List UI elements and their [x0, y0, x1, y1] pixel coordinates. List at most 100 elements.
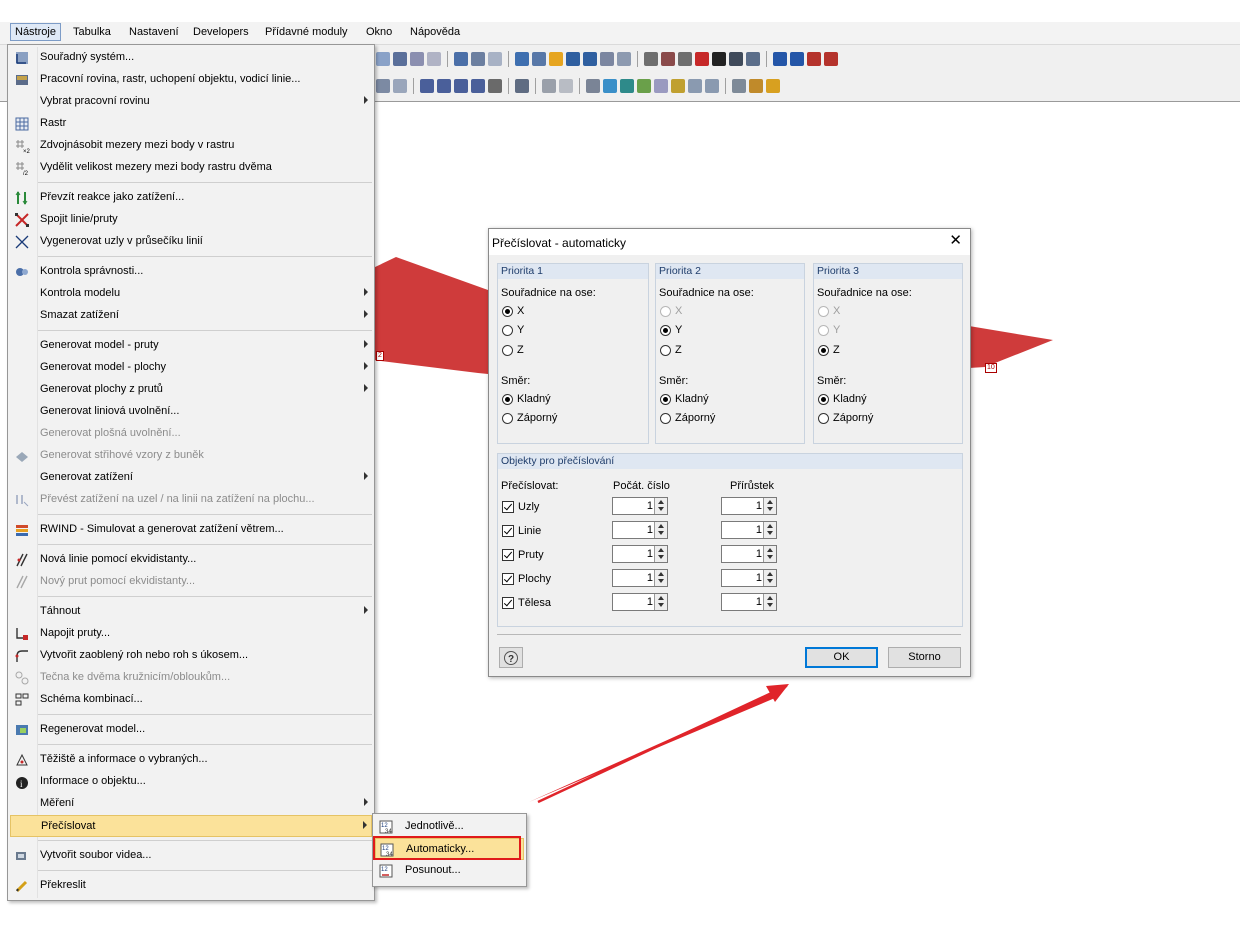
nodes-increment-spinner[interactable]: 1 — [721, 497, 777, 515]
p2-axis-z-radio[interactable] — [660, 345, 671, 356]
load-icon[interactable] — [637, 79, 651, 93]
axis-xyz-icon[interactable] — [471, 79, 485, 93]
p2-dir-negative-radio[interactable] — [660, 413, 671, 424]
menu-item-rwind[interactable]: RWIND - Simulovat a generovat zatížení v… — [10, 519, 372, 541]
result-table-icon[interactable] — [705, 79, 719, 93]
members-increment-spinner[interactable]: 1 — [721, 545, 777, 563]
box-2-icon[interactable] — [393, 79, 407, 93]
p3-axis-z-radio[interactable] — [818, 345, 829, 356]
menu-napoveda[interactable]: Nápověda — [410, 26, 460, 38]
close-icon[interactable]: ✕ — [949, 233, 962, 249]
help-button[interactable]: ? — [499, 647, 523, 668]
p2-axis-x-radio[interactable] — [660, 306, 671, 317]
lines-increment-spinner[interactable]: 1 — [721, 521, 777, 539]
menu-item-intersection-nodes[interactable]: Vygenerovat uzly v průsečíku linií — [10, 231, 372, 253]
menu-item-coordinate-system[interactable]: Souřadný systém... — [10, 47, 372, 69]
menu-item-combination-scheme[interactable]: Schéma kombinací... — [10, 689, 372, 711]
box-icon[interactable] — [376, 79, 390, 93]
snap-mid-icon[interactable] — [600, 52, 614, 66]
menu-item-centroid-info[interactable]: Těžiště a informace o vybraných... — [10, 749, 372, 771]
active-snap-icon[interactable] — [549, 52, 563, 66]
menu-item-model-check[interactable]: Kontrola modelu — [10, 283, 372, 305]
menu-item-work-plane[interactable]: Pracovní rovina, rastr, uchopení objektu… — [10, 69, 372, 91]
coordinate-system-icon[interactable] — [617, 52, 631, 66]
snap-line-icon[interactable] — [583, 52, 597, 66]
rotate-y-icon[interactable] — [437, 79, 451, 93]
snap-icon[interactable] — [532, 52, 546, 66]
grid-icon[interactable] — [515, 52, 529, 66]
menu-item-delete-loads[interactable]: Smazat zatížení — [10, 305, 372, 327]
print-icon[interactable] — [488, 52, 502, 66]
surfaces-checkbox[interactable] — [502, 573, 514, 585]
nodes-start-spinner[interactable]: 1 — [612, 497, 668, 515]
connect-lines-icon[interactable] — [695, 52, 709, 66]
menu-item-convert-loads[interactable]: Převést zatížení na uzel / na linii na z… — [10, 489, 372, 511]
menu-item-object-info[interactable]: i Informace o objektu... — [10, 771, 372, 793]
settings-icon[interactable] — [746, 52, 760, 66]
menu-item-generate-members[interactable]: Generovat model - pruty — [10, 335, 372, 357]
menu-item-extrude[interactable]: Táhnout — [10, 601, 372, 623]
menu-pridavne-moduly[interactable]: Přídavné moduly — [265, 26, 348, 38]
p2-dir-positive-radio[interactable] — [660, 394, 671, 405]
menu-item-select-work-plane[interactable]: Vybrat pracovní rovinu — [10, 91, 372, 113]
solids-increment-spinner[interactable]: 1 — [721, 593, 777, 611]
result-line-icon[interactable] — [688, 79, 702, 93]
lines-checkbox[interactable] — [502, 525, 514, 537]
menu-item-reactions[interactable]: Převzít reakce jako zatížení... — [10, 187, 372, 209]
menu-item-renumber[interactable]: Přečíslovat — [10, 815, 372, 837]
menu-item-join-members[interactable]: Napojit pruty... — [10, 623, 372, 645]
menu-tabulka[interactable]: Tabulka — [73, 26, 111, 38]
nodes-checkbox[interactable] — [502, 501, 514, 513]
measure-icon[interactable] — [729, 52, 743, 66]
menu-nastaveni[interactable]: Nastavení — [129, 26, 179, 38]
menu-item-create-video[interactable]: Vytvořit soubor videa... — [10, 845, 372, 867]
surfaces-increment-spinner[interactable]: 1 — [721, 569, 777, 587]
dim-xyz-icon[interactable] — [393, 52, 407, 66]
p1-axis-y-radio[interactable] — [502, 325, 513, 336]
dim-icon[interactable] — [410, 52, 424, 66]
menu-item-equidistant-member[interactable]: Nový prut pomocí ekvidistanty... — [10, 571, 372, 593]
menu-item-equidistant-line[interactable]: Nová linie pomocí ekvidistanty... — [10, 549, 372, 571]
menu-item-measure[interactable]: Měření — [10, 793, 372, 815]
surface-icon[interactable] — [603, 79, 617, 93]
info-icon[interactable] — [712, 52, 726, 66]
p1-dir-negative-radio[interactable] — [502, 413, 513, 424]
snap-node-icon[interactable] — [566, 52, 580, 66]
menu-item-redraw[interactable]: Překreslit — [10, 875, 372, 897]
menu-item-plausibility-check[interactable]: Kontrola správnosti... — [10, 261, 372, 283]
menu-item-cutting-patterns[interactable]: Generovat střihové vzory z buněk — [10, 445, 372, 467]
report-icon[interactable] — [732, 79, 746, 93]
menu-item-grid-half[interactable]: /2 Vydělit velikost mezery mezi body ras… — [10, 157, 372, 179]
view-icon[interactable] — [376, 52, 390, 66]
result-icon[interactable] — [807, 52, 821, 66]
member-icon[interactable] — [542, 79, 556, 93]
p3-axis-x-radio[interactable] — [818, 306, 829, 317]
members-start-spinner[interactable]: 1 — [612, 545, 668, 563]
ok-button[interactable]: OK — [805, 647, 878, 668]
members-checkbox[interactable] — [502, 549, 514, 561]
menu-item-grid-double[interactable]: ×2 Zdvojnásobit mezery mezi body v rastr… — [10, 135, 372, 157]
menu-item-fillet[interactable]: Vytvořit zaoblený roh nebo roh s úkosem.… — [10, 645, 372, 667]
section-icon[interactable] — [559, 79, 573, 93]
import-icon[interactable] — [790, 52, 804, 66]
mirror-icon[interactable] — [678, 52, 692, 66]
p2-axis-y-radio[interactable] — [660, 325, 671, 336]
menu-item-surface-releases[interactable]: Generovat plošná uvolnění... — [10, 423, 372, 445]
p1-dir-positive-radio[interactable] — [502, 394, 513, 405]
filter-icon[interactable] — [488, 79, 502, 93]
check-icon[interactable] — [454, 52, 468, 66]
menu-developers[interactable]: Developers — [193, 26, 249, 38]
p1-axis-x-radio[interactable] — [502, 306, 513, 317]
circle-icon[interactable] — [661, 52, 675, 66]
solid-icon[interactable] — [620, 79, 634, 93]
color-icon[interactable] — [749, 79, 763, 93]
solids-start-spinner[interactable]: 1 — [612, 593, 668, 611]
palette-icon[interactable] — [766, 79, 780, 93]
rotate-z-icon[interactable] — [454, 79, 468, 93]
menu-item-generate-surfaces[interactable]: Generovat model - plochy — [10, 357, 372, 379]
p3-dir-negative-radio[interactable] — [818, 413, 829, 424]
arc-icon[interactable] — [644, 52, 658, 66]
result-2-icon[interactable] — [824, 52, 838, 66]
export-icon[interactable] — [773, 52, 787, 66]
cancel-button[interactable]: Storno — [888, 647, 961, 668]
